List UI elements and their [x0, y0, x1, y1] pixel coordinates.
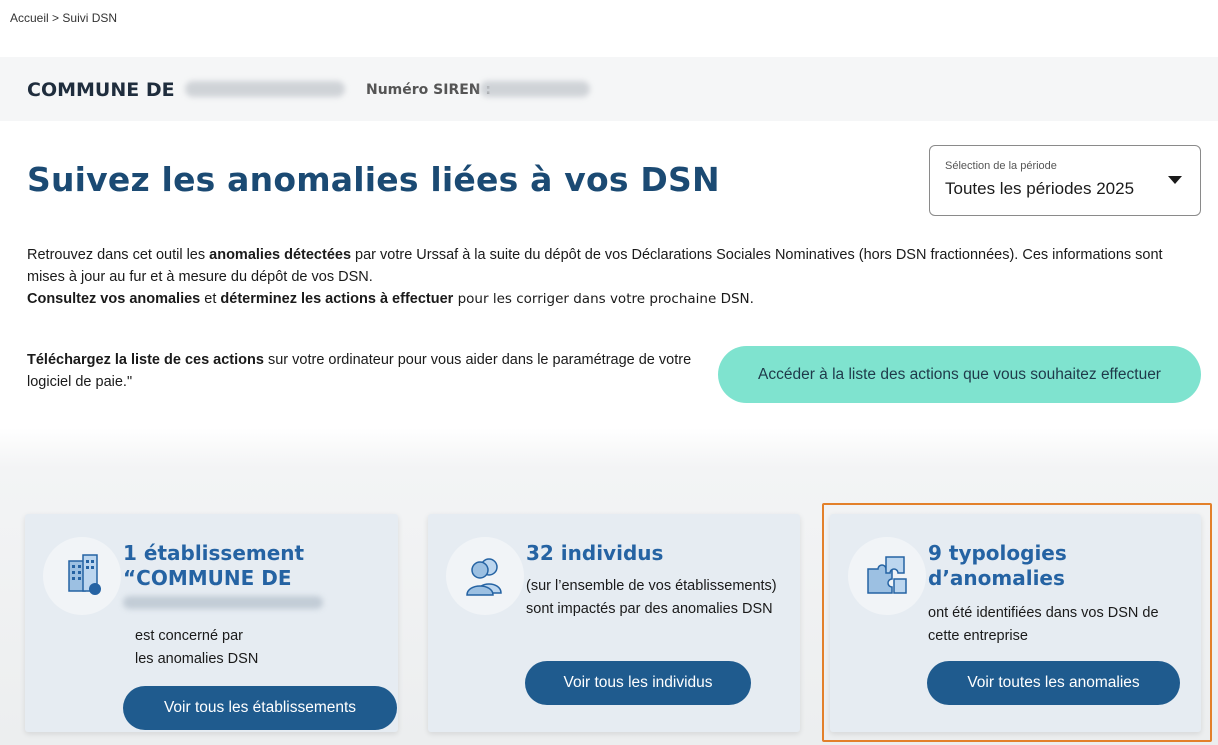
company-name-label: COMMUNE DE — [27, 79, 175, 101]
people-icon — [446, 537, 524, 615]
siren-label: Numéro SIREN : — [366, 82, 491, 98]
establishments-card: 1 établissement “COMMUNE DE est concerné… — [25, 514, 398, 732]
company-name-redacted — [185, 81, 345, 97]
establishments-desc-2: les anomalies DSN — [135, 651, 259, 667]
siren-redacted — [480, 81, 590, 97]
caret-down-icon — [1168, 176, 1182, 184]
intro-text-4: pour les corriger dans votre prochaine D… — [453, 291, 754, 307]
intro-bold-3: déterminez les actions à effectuer — [220, 291, 454, 307]
period-select[interactable]: Sélection de la période Toutes les pério… — [929, 145, 1201, 216]
intro-bold-1: anomalies détectées — [209, 247, 352, 263]
establishments-headline: 1 établissement “COMMUNE DE — [123, 541, 304, 591]
download-bold: Téléchargez la liste de ces actions — [27, 352, 264, 368]
intro-text-3: et — [200, 291, 221, 307]
individuals-desc: (sur l’ensemble de vos établissements) s… — [526, 578, 777, 617]
period-select-value: Toutes les périodes 2025 — [945, 179, 1135, 198]
highlight-frame — [822, 503, 1212, 742]
individuals-card: 32 individus (sur l’ensemble de vos étab… — [428, 514, 800, 732]
download-text: Téléchargez la liste de ces actions sur … — [27, 349, 717, 393]
individuals-headline: 32 individus — [526, 541, 664, 565]
breadcrumb-home-link[interactable]: Accueil — [10, 11, 49, 25]
actions-list-button[interactable]: Accéder à la liste des actions que vous … — [718, 346, 1201, 403]
establishment-name-redacted — [123, 596, 323, 609]
intro-text-1: Retrouvez dans cet outil les — [27, 247, 210, 263]
view-individuals-button[interactable]: Voir tous les individus — [525, 661, 751, 705]
intro-text: Retrouvez dans cet outil les anomalies d… — [27, 244, 1197, 310]
building-icon — [43, 537, 121, 615]
page-title: Suivez les anomalies liées à vos DSN — [27, 160, 720, 199]
establishments-desc-1: est concerné par — [135, 628, 244, 644]
breadcrumb: Accueil > Suivi DSN — [10, 11, 117, 25]
breadcrumb-separator: > — [52, 11, 60, 25]
establishments-desc: est concerné par les anomalies DSN — [135, 625, 258, 671]
establishments-count: 1 établissement — [123, 541, 305, 565]
company-bar: COMMUNE DE Numéro SIREN : — [0, 57, 1218, 121]
view-establishments-button[interactable]: Voir tous les établissements — [123, 686, 397, 730]
breadcrumb-current: Suivi DSN — [62, 11, 118, 25]
establishments-name: “COMMUNE DE — [123, 566, 292, 590]
period-select-label: Sélection de la période — [945, 160, 1057, 172]
intro-bold-2: Consultez vos anomalies — [27, 291, 201, 307]
